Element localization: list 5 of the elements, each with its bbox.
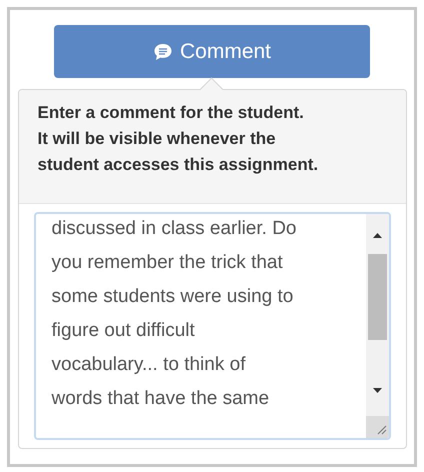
scrollbar[interactable] bbox=[366, 214, 388, 438]
comment-button[interactable]: Comment bbox=[54, 25, 370, 78]
comment-field[interactable]: discussed in class earlier. Do you remember the trick that some students were using to figure out difficult vocabulary... to think of words that have the same bbox=[34, 212, 390, 440]
speech-bubble-icon bbox=[152, 42, 173, 62]
prompt-text: Enter a comment for the student. It will be visible whenever the student accesses this assignment. bbox=[38, 102, 320, 176]
